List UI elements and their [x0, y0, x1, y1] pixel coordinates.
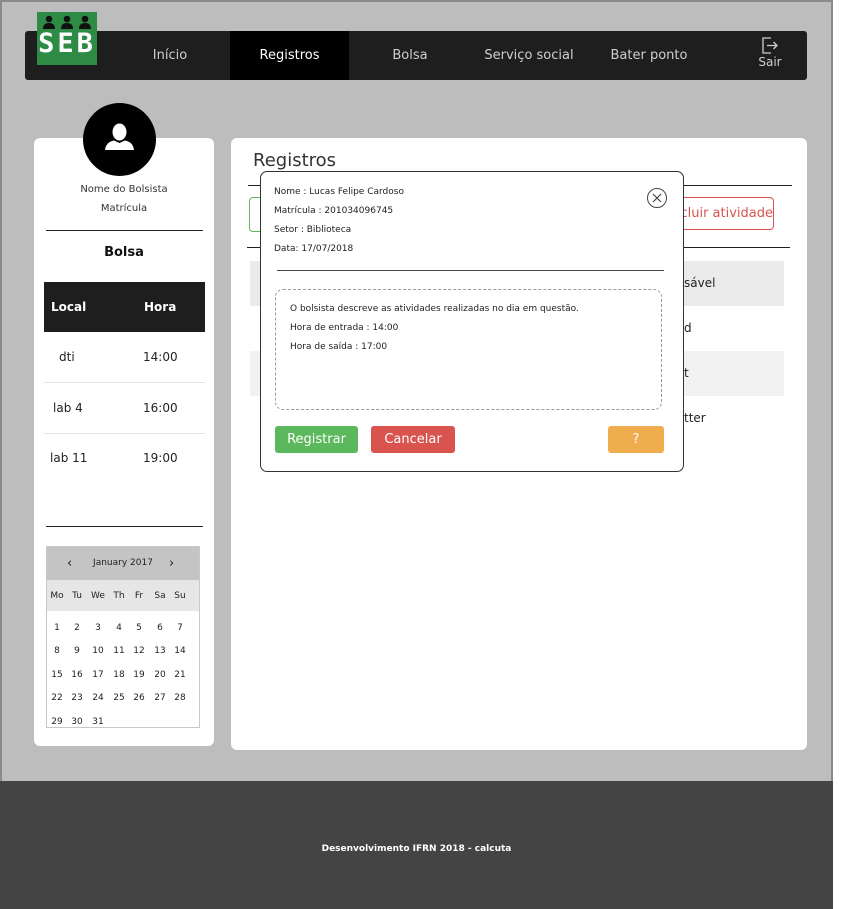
weekday-label: Su [174, 591, 186, 601]
logout-icon [762, 37, 778, 54]
calendar-day[interactable]: 15 [47, 670, 67, 680]
logo-text: SEB [38, 28, 96, 59]
logout-button[interactable]: Sair [747, 37, 793, 69]
bolsista-matricula: Matrícula [100, 203, 148, 214]
calendar-day[interactable]: 8 [47, 646, 67, 656]
calendar-day[interactable]: 16 [67, 670, 87, 680]
sidebar-divider-top [46, 230, 203, 231]
nav-servico-social[interactable]: Serviço social [472, 31, 586, 80]
cancel-button[interactable]: Cancelar [371, 426, 455, 453]
nav-bolsa[interactable]: Bolsa [370, 31, 450, 80]
table-row: lab 4 16:00 [44, 383, 205, 434]
calendar-day[interactable]: 22 [47, 693, 67, 703]
calendar-day[interactable]: 13 [150, 646, 170, 656]
help-button[interactable]: ? [608, 426, 664, 453]
description-line: Hora de saída : 17:00 [290, 342, 388, 352]
modal-matricula: Matrícula : 201034096745 [274, 206, 394, 216]
calendar-day[interactable]: 24 [88, 693, 108, 703]
row-local: lab 11 [50, 451, 88, 465]
description-line: O bolsista descreve as atividades realiz… [290, 304, 579, 314]
register-button[interactable]: Registrar [275, 426, 358, 453]
calendar-day[interactable]: 7 [170, 623, 190, 633]
row-cell: t [684, 366, 689, 380]
calendar-month: January 2017 [93, 558, 153, 568]
modal-divider [277, 270, 664, 271]
calendar-day[interactable]: 31 [88, 717, 108, 727]
description-line: Hora de entrada : 14:00 [290, 323, 399, 333]
bolsista-name: Nome do Bolsista [80, 184, 168, 195]
calendar-day[interactable]: 26 [129, 693, 149, 703]
modal-data: Data: 17/07/2018 [274, 244, 354, 254]
weekday-label: Sa [154, 591, 166, 601]
footer-text: Desenvolvimento IFRN 2018 - calcuta [321, 844, 512, 854]
close-modal-button[interactable] [647, 188, 667, 208]
page-title: Registros [253, 150, 337, 171]
calendar-day[interactable]: 27 [150, 693, 170, 703]
calendar-day[interactable]: 23 [67, 693, 87, 703]
calendar-day[interactable]: 28 [170, 693, 190, 703]
calendar-day[interactable]: 18 [109, 670, 129, 680]
calendar-day[interactable]: 3 [88, 623, 108, 633]
sidebar-divider-bottom [46, 526, 203, 527]
calendar-day[interactable]: 30 [67, 717, 87, 727]
table-row: dti 14:00 [44, 332, 205, 383]
right-margin [833, 0, 843, 909]
column-header-responsavel: sável [684, 276, 716, 290]
calendar-day[interactable]: 12 [129, 646, 149, 656]
calendar-day[interactable]: 25 [109, 693, 129, 703]
row-cell: tter [684, 411, 706, 425]
calendar-weekdays: Mo Tu We Th Fr Sa Su [47, 580, 199, 611]
logout-label: Sair [758, 55, 782, 69]
nav-inicio[interactable]: Início [131, 31, 209, 80]
header-local: Local [51, 300, 87, 314]
calendar-day[interactable]: 10 [88, 646, 108, 656]
calendar-day[interactable]: 19 [129, 670, 149, 680]
nav-registros[interactable]: Registros [230, 31, 349, 80]
nav-bater-ponto[interactable]: Bater ponto [606, 31, 692, 80]
header-hora: Hora [144, 300, 177, 314]
calendar-day[interactable]: 11 [109, 646, 129, 656]
avatar[interactable] [83, 103, 156, 176]
delete-activity-button[interactable]: cluir atividade [672, 197, 774, 230]
row-hora: 19:00 [143, 451, 178, 465]
calendar-day[interactable]: 5 [129, 623, 149, 633]
row-local: lab 4 [53, 401, 83, 415]
calendar-day[interactable]: 21 [170, 670, 190, 680]
table-row: lab 11 19:00 [44, 433, 205, 483]
weekday-label: Fr [134, 591, 144, 601]
calendar-day[interactable]: 9 [67, 646, 87, 656]
calendar-day[interactable]: 1 [47, 623, 67, 633]
next-month-icon[interactable]: › [169, 556, 174, 571]
calendar-widget: ‹ January 2017 › Mo Tu We Th Fr Sa Su 12… [46, 546, 200, 728]
calendar-day[interactable]: 6 [150, 623, 170, 633]
calendar-day[interactable]: 4 [109, 623, 129, 633]
row-local: dti [59, 350, 75, 364]
weekday-label: We [91, 591, 105, 601]
top-navbar: Início Registros Bolsa Serviço social Ba… [25, 31, 807, 80]
bolsa-section-title: Bolsa [104, 245, 144, 260]
row-hora: 14:00 [143, 350, 178, 364]
row-hora: 16:00 [143, 401, 178, 415]
calendar-day[interactable]: 20 [150, 670, 170, 680]
user-icon [105, 123, 134, 150]
calendar-day[interactable]: 14 [170, 646, 190, 656]
people-icon [43, 15, 91, 29]
weekday-label: Th [113, 591, 125, 601]
close-icon [652, 193, 662, 203]
calendar-header: ‹ January 2017 › [47, 547, 199, 580]
modal-nome: Nome : Lucas Felipe Cardoso [274, 187, 404, 197]
weekday-label: Mo [50, 591, 64, 601]
calendar-day[interactable]: 2 [67, 623, 87, 633]
modal-setor: Setor : Biblioteca [274, 225, 352, 235]
calendar-day[interactable]: 29 [47, 717, 67, 727]
row-cell: d [684, 321, 692, 335]
seb-logo[interactable]: SEB [37, 12, 97, 65]
weekday-label: Tu [72, 591, 82, 601]
bolsa-table-header: Local Hora [44, 282, 205, 332]
calendar-day[interactable]: 17 [88, 670, 108, 680]
